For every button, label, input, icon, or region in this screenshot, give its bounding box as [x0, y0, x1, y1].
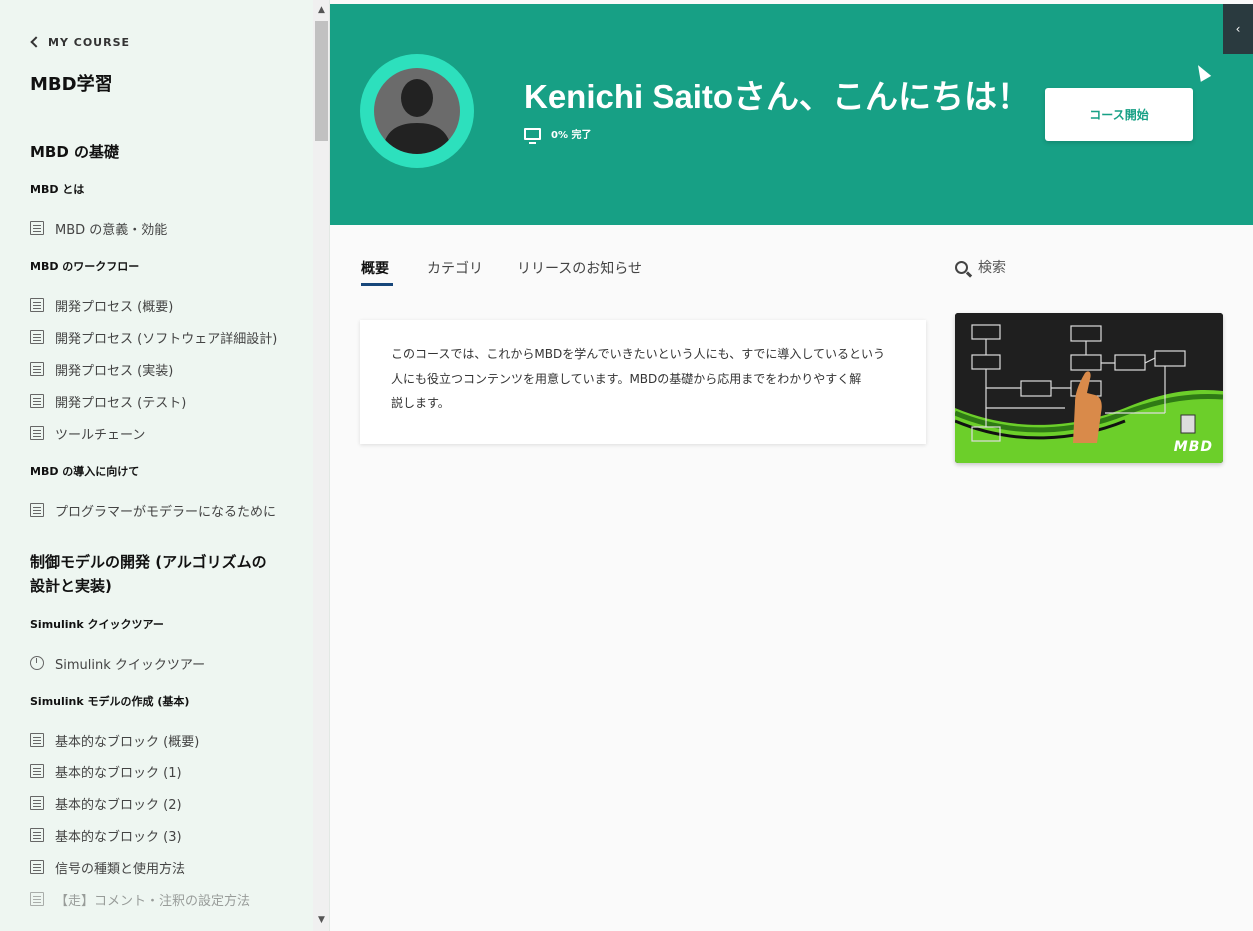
course-title: MBD学習 [30, 74, 113, 95]
document-icon [30, 394, 44, 408]
document-icon [30, 892, 44, 906]
scroll-up-icon[interactable]: ▲ [317, 6, 326, 15]
course-image: MBD [955, 313, 1223, 463]
document-icon [30, 764, 44, 778]
clock-icon [30, 656, 44, 670]
document-icon [30, 733, 44, 747]
document-icon [30, 330, 44, 344]
lesson-item[interactable]: 信号の種類と使用方法 [30, 857, 313, 877]
course-tabs: 概要 カテゴリ リリースのお知らせ [361, 258, 676, 286]
lesson-item[interactable]: Simulink クイックツアー [30, 653, 313, 673]
document-icon [30, 796, 44, 810]
group-title: MBD の導入に向けて [30, 465, 140, 478]
lesson-item[interactable]: 基本的なブロック (概要) [30, 730, 313, 750]
group-title: MBD とは [30, 183, 85, 196]
person-silhouette-icon [382, 79, 452, 154]
document-icon [30, 503, 44, 517]
tab-category[interactable]: カテゴリ [427, 258, 483, 286]
mbd-logo-text: MBD [1173, 439, 1213, 455]
lesson-item[interactable]: 基本的なブロック (1) [30, 761, 313, 781]
lesson-label: 基本的なブロック (1) [55, 765, 182, 781]
chevron-left-icon: ‹ [1235, 22, 1241, 36]
avatar-ring [360, 54, 474, 168]
lesson-item[interactable]: プログラマーがモデラーになるために [30, 500, 313, 520]
lesson-label: 開発プロセス (実装) [55, 363, 174, 379]
lesson-label: プログラマーがモデラーになるために [55, 504, 277, 520]
group-title: Simulink クイックツアー [30, 618, 164, 631]
document-icon [30, 362, 44, 376]
collapse-panel-button[interactable]: ‹ [1223, 4, 1253, 54]
progress-indicator: 0% 完了 [524, 126, 592, 144]
group-title: Simulink モデルの作成 (基本) [30, 695, 190, 708]
lesson-item[interactable]: 開発プロセス (ソフトウェア詳細設計) [30, 327, 313, 347]
section-title: MBD の基礎 [30, 143, 120, 161]
overview-text-line: このコースでは、これからMBDを学んでいきたいという人にも、すでに導入していると… [391, 347, 886, 361]
lesson-item[interactable]: 基本的なブロック (2) [30, 793, 313, 813]
start-course-button[interactable]: コース開始 [1045, 88, 1193, 141]
lesson-label: 基本的なブロック (2) [55, 797, 182, 813]
avatar [374, 68, 460, 154]
document-icon [30, 860, 44, 874]
group-title: MBD のワークフロー [30, 260, 140, 273]
lesson-item[interactable]: 基本的なブロック (3) [30, 825, 313, 845]
search-icon [955, 260, 968, 274]
overview-text-line: 説します。 [391, 396, 450, 410]
greeting-title: Kenichi Saitoさん、こんにちは！ [524, 78, 1031, 115]
scrollbar-thumb[interactable] [315, 21, 328, 141]
lesson-label: 開発プロセス (ソフトウェア詳細設計) [55, 331, 278, 347]
search-link[interactable]: 検索 [955, 257, 1006, 277]
overview-text-line: 人にも役立つコンテンツを用意しています。MBDの基礎から応用までをわかりやすく解 [391, 371, 862, 386]
tab-release-notes[interactable]: リリースのお知らせ [517, 258, 642, 286]
lesson-item[interactable]: 開発プロセス (テスト) [30, 391, 313, 411]
my-course-link[interactable]: MY COURSE [30, 34, 313, 50]
document-icon [30, 298, 44, 312]
lesson-label: 開発プロセス (テスト) [55, 395, 187, 411]
document-icon [30, 221, 44, 235]
section-title: 制御モデルの開発 (アルゴリズムの設計と実装) [30, 553, 267, 595]
lesson-item[interactable]: 【走】コメント・注釈の設定方法 [30, 889, 313, 909]
lesson-label: 【走】コメント・注釈の設定方法 [55, 893, 251, 909]
lesson-label: Simulink クイックツアー [55, 657, 206, 673]
sidebar-scrollbar[interactable]: ▲ ▼ [313, 0, 329, 931]
lesson-label: MBD の意義・効能 [55, 222, 168, 238]
lesson-label: 基本的なブロック (3) [55, 829, 182, 845]
lesson-item[interactable]: 開発プロセス (概要) [30, 295, 313, 315]
lesson-item[interactable]: 開発プロセス (実装) [30, 359, 313, 379]
document-icon [30, 426, 44, 440]
lesson-label: 信号の種類と使用方法 [55, 861, 186, 877]
lesson-label: 開発プロセス (概要) [55, 299, 174, 315]
overview-card: このコースでは、これからMBDを学んでいきたいという人にも、すでに導入していると… [360, 320, 926, 444]
chevron-left-icon [30, 36, 42, 48]
course-header: Kenichi Saitoさん、こんにちは！ 0% 完了 コース開始 ‹ [330, 4, 1253, 225]
progress-text: 0% 完了 [551, 130, 592, 141]
scroll-down-icon[interactable]: ▼ [317, 916, 326, 925]
document-icon [30, 828, 44, 842]
monitor-icon [524, 127, 541, 144]
sidebar-content: MY COURSE MBD学習 MBD の基礎 MBD とは MBD の意義・効… [0, 0, 313, 931]
tab-overview[interactable]: 概要 [361, 258, 393, 286]
lesson-label: ツールチェーン [55, 427, 146, 443]
my-course-label: MY COURSE [48, 35, 131, 49]
lesson-item[interactable]: MBD の意義・効能 [30, 218, 313, 238]
lesson-item[interactable]: ツールチェーン [30, 423, 313, 443]
search-label: 検索 [978, 260, 1006, 276]
lesson-label: 基本的なブロック (概要) [55, 734, 200, 750]
course-sidebar: MY COURSE MBD学習 MBD の基礎 MBD とは MBD の意義・効… [0, 0, 330, 931]
